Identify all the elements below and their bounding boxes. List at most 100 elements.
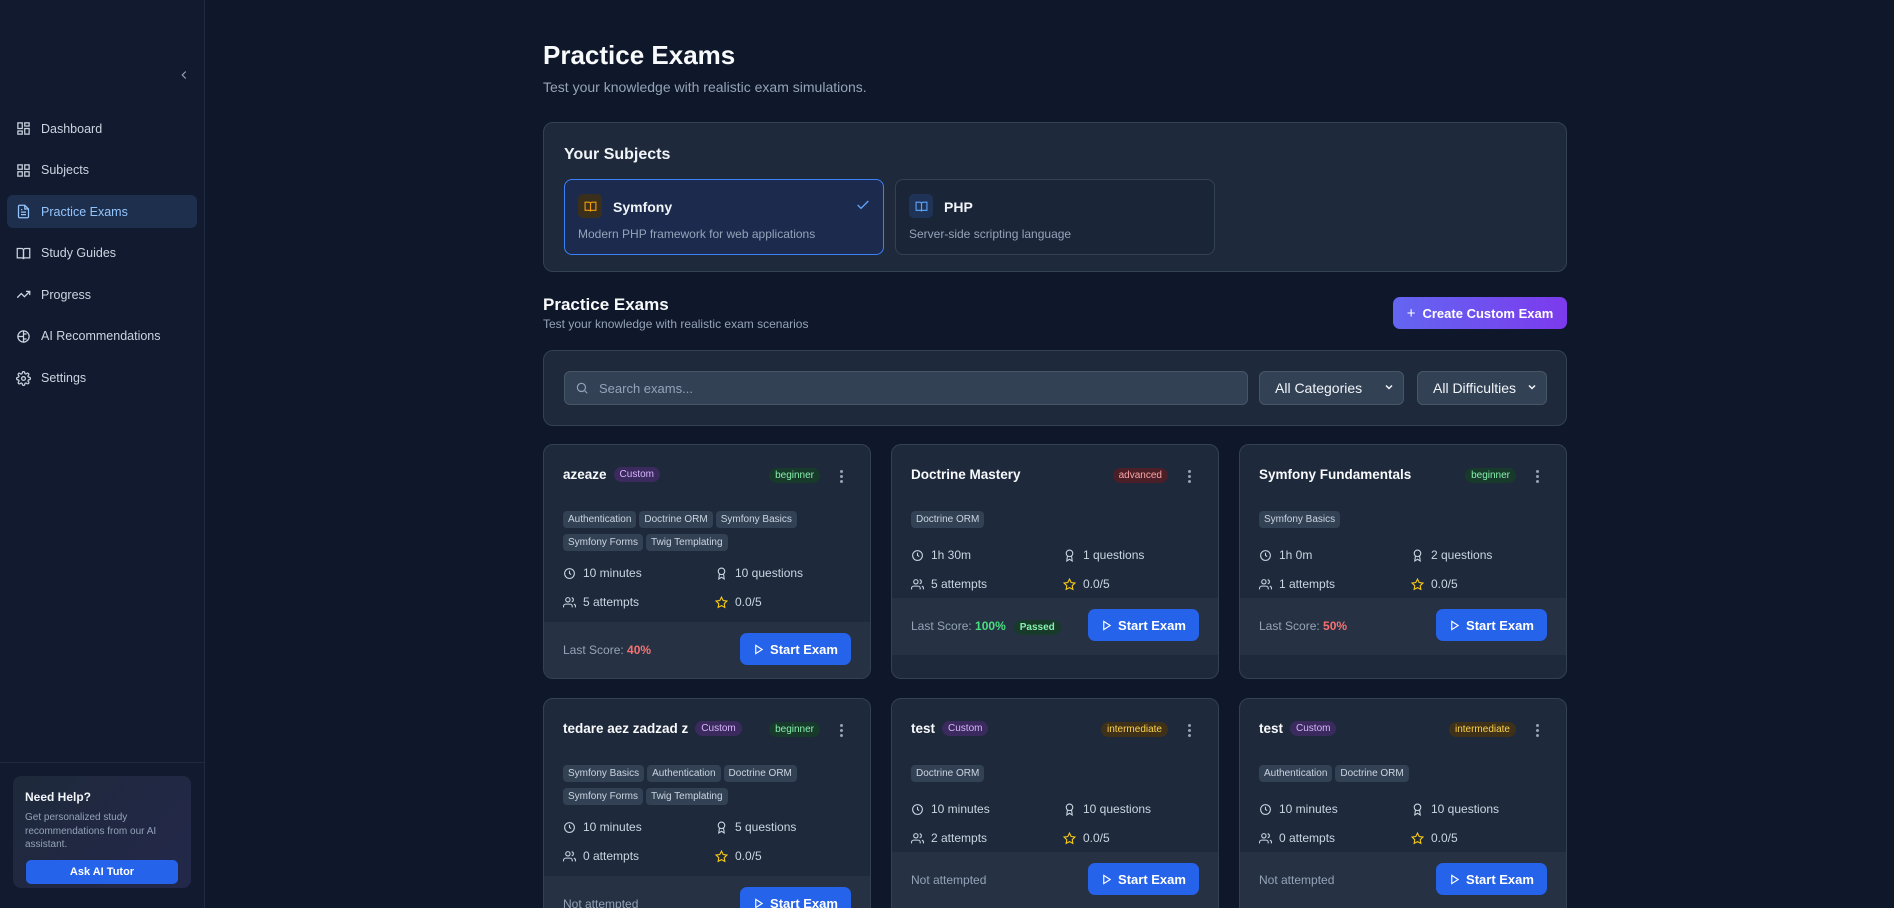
- start-exam-button[interactable]: Start Exam: [1436, 609, 1547, 641]
- sidebar-item-subjects[interactable]: Subjects: [7, 154, 197, 187]
- start-exam-button[interactable]: Start Exam: [1088, 609, 1199, 641]
- check-icon: [857, 200, 869, 210]
- attempts-text: 2 attempts: [931, 831, 988, 845]
- questions-text: 2 questions: [1431, 548, 1493, 562]
- attempts-text: 0 attempts: [583, 849, 640, 863]
- play-icon: [755, 897, 764, 908]
- difficulty-badge: beginner: [769, 468, 820, 483]
- page-title: Practice Exams: [543, 40, 736, 70]
- last-score: Not attempted: [1259, 873, 1334, 887]
- filter-panel: All Categories All Difficulties: [543, 350, 1567, 426]
- questions-meta: 1 questions: [1063, 548, 1144, 562]
- more-options-icon[interactable]: [1188, 470, 1192, 484]
- play-icon: [1103, 619, 1112, 631]
- exam-title-text: tedare aez zadzad z: [563, 721, 689, 736]
- document-icon: [17, 204, 30, 219]
- start-exam-button[interactable]: Start Exam: [1088, 863, 1199, 895]
- exam-card-footer: Not attempted Start Exam: [544, 876, 870, 908]
- attempts-meta: 0 attempts: [1259, 831, 1335, 845]
- exam-tags: Doctrine ORM: [911, 763, 1211, 786]
- rating-text: 0.0/5: [1083, 577, 1110, 591]
- exam-title: Symfony Fundamentals: [1259, 467, 1411, 482]
- exam-tag: Doctrine ORM: [911, 765, 985, 782]
- attempts-meta: 5 attempts: [911, 577, 987, 591]
- exam-tag: Symfony Basics: [715, 511, 797, 528]
- duration-text: 10 minutes: [931, 802, 990, 816]
- rating-text: 0.0/5: [735, 595, 762, 609]
- category-select[interactable]: All Categories: [1259, 371, 1404, 405]
- rating-meta: 0.0/5: [1411, 577, 1458, 591]
- more-options-icon[interactable]: [840, 724, 844, 738]
- start-exam-label: Start Exam: [770, 641, 838, 657]
- sidebar-item-label: Subjects: [41, 163, 89, 178]
- start-exam-button[interactable]: Start Exam: [740, 633, 851, 665]
- exam-tag: Doctrine ORM: [1335, 765, 1409, 782]
- difficulty-badge: beginner: [1465, 468, 1516, 483]
- duration-text: 10 minutes: [583, 820, 642, 834]
- exam-card: test Custom intermediate Doctrine ORM 10 min…: [891, 698, 1219, 908]
- rating-text: 0.0/5: [735, 849, 762, 863]
- rating-meta: 0.0/5: [1063, 577, 1110, 591]
- exam-card-footer: Last Score: 40% Start Exam: [544, 622, 870, 678]
- exams-section-title: Practice Exams: [543, 295, 669, 314]
- questions-meta: 2 questions: [1411, 548, 1492, 562]
- play-icon: [1103, 873, 1112, 885]
- create-custom-exam-button[interactable]: + Create Custom Exam: [1393, 297, 1567, 329]
- last-score-value: 100%: [975, 619, 1006, 633]
- exam-card-footer: Last Score: 50% Start Exam: [1240, 598, 1566, 655]
- sidebar-item-settings[interactable]: Settings: [7, 362, 197, 395]
- search-input[interactable]: [599, 380, 1239, 396]
- help-text: Get personalized study recommendations f…: [25, 812, 157, 850]
- grid-icon: [17, 163, 30, 177]
- subject-card-php[interactable]: PHP Server-side scripting language: [895, 179, 1215, 255]
- sidebar-item-label: Settings: [41, 371, 87, 386]
- clock-icon: [1260, 803, 1271, 815]
- start-exam-button[interactable]: Start Exam: [740, 887, 851, 908]
- sidebar-item-ai-recommendations[interactable]: AI Recommendations: [7, 320, 197, 353]
- exam-tag: Symfony Forms: [563, 534, 644, 551]
- difficulty-select[interactable]: All Difficulties: [1417, 371, 1547, 405]
- rating-meta: 0.0/5: [715, 849, 762, 863]
- exam-tags: Symfony Basics: [1259, 509, 1559, 532]
- sidebar: Dashboard Subjects Practice Exams Study …: [0, 0, 205, 908]
- subject-card-symfony[interactable]: Symfony Modern PHP framework for web app…: [564, 179, 884, 255]
- more-options-icon[interactable]: [1536, 470, 1540, 484]
- attempts-meta: 5 attempts: [563, 595, 639, 609]
- more-options-icon[interactable]: [1536, 724, 1540, 738]
- duration-meta: 1h 30m: [911, 548, 971, 562]
- exams-section-subtitle: Test your knowledge with realistic exam …: [543, 317, 809, 331]
- duration-text: 10 minutes: [583, 566, 642, 580]
- exam-tag: Authentication: [647, 765, 721, 782]
- ask-ai-tutor-button[interactable]: Ask AI Tutor: [26, 860, 178, 884]
- play-icon: [1451, 873, 1460, 885]
- difficulty-select-value: All Difficulties: [1433, 380, 1516, 396]
- subject-description: Modern PHP framework for web application…: [578, 227, 816, 241]
- sidebar-item-label: Practice Exams: [41, 204, 128, 219]
- more-options-icon[interactable]: [1188, 724, 1192, 738]
- custom-badge: Custom: [613, 467, 660, 482]
- sidebar-item-practice-exams[interactable]: Practice Exams: [7, 195, 197, 229]
- more-options-icon[interactable]: [840, 470, 844, 484]
- duration-text: 1h 0m: [1279, 548, 1313, 562]
- exam-tag: Symfony Basics: [1259, 511, 1341, 528]
- exam-title-text: test: [911, 721, 936, 736]
- plus-icon: +: [1406, 304, 1416, 322]
- collapse-sidebar-icon[interactable]: [176, 68, 192, 84]
- star-icon: [1063, 577, 1076, 590]
- star-icon: [1411, 577, 1424, 590]
- subject-name: PHP: [944, 199, 973, 215]
- start-exam-label: Start Exam: [1118, 617, 1186, 633]
- sidebar-item-study-guides[interactable]: Study Guides: [7, 237, 197, 270]
- sidebar-item-progress[interactable]: Progress: [7, 278, 197, 311]
- exam-title: test Custom: [1259, 721, 1337, 736]
- exam-tag: Symfony Basics: [563, 765, 645, 782]
- exam-card-footer: Not attempted Start Exam: [892, 852, 1218, 908]
- book-icon: [578, 194, 602, 218]
- sidebar-item-dashboard[interactable]: Dashboard: [7, 112, 197, 145]
- start-exam-button[interactable]: Start Exam: [1436, 863, 1547, 895]
- exam-title: azeaze Custom: [563, 467, 660, 482]
- rating-meta: 0.0/5: [1063, 831, 1110, 845]
- trending-up-icon: [16, 291, 31, 299]
- dashboard-icon: [17, 122, 30, 135]
- passed-badge: Passed: [1013, 620, 1061, 635]
